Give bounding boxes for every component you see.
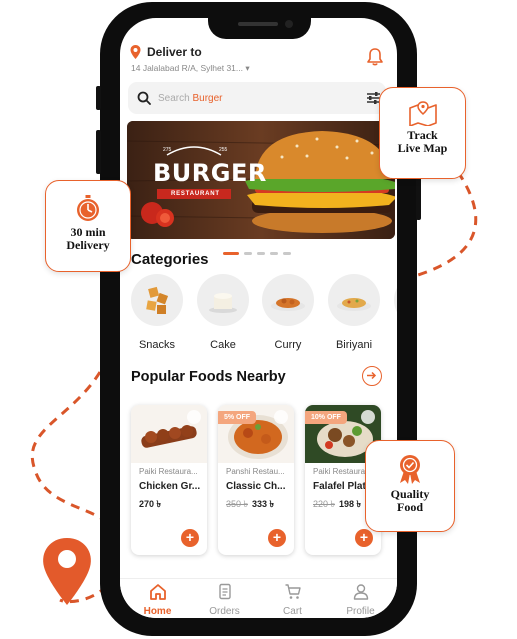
old-price: 220 ৳ [313,499,335,509]
pagination-dot[interactable] [270,252,278,255]
category-label: Cake [210,339,236,351]
restaurant-name: Paiki Restaura... [313,467,372,476]
quality-callout-line2: Food [396,500,423,514]
category-label: Snacks [138,339,176,351]
category-biriyani[interactable] [328,274,380,326]
search-highlight: Burger [192,93,223,104]
chevron-down-icon: ▾ [245,63,250,73]
promo-banner[interactable]: 275 255 BURGER RESTAURANT [127,121,395,239]
food-name: Classic Ch... [226,481,286,492]
category-curry[interactable] [262,274,314,326]
nav-label: Profile [346,606,375,617]
nav-home[interactable]: Home [123,583,192,617]
arrow-right-icon [367,371,377,380]
category-next-partial[interactable] [394,274,397,326]
restaurant-name: Paiki Restaura... [139,467,198,476]
location-marker-icon [130,45,141,59]
search-prefix: Search [158,93,193,104]
phone-volume-up-button [96,130,101,174]
food-price: 220 ৳ 198 ৳ [313,497,361,512]
map-callout-line2: Live Map [397,141,448,155]
pagination-dot[interactable] [257,252,265,255]
front-camera [285,20,293,28]
add-to-cart-button[interactable]: + [181,529,199,547]
food-card[interactable]: Paiki Restaura... Chicken Gr... 270 ৳ + [131,405,207,555]
cart-icon [285,584,301,599]
favorite-icon[interactable] [274,410,288,424]
category-label: Biriyani [335,339,373,351]
nav-label: Cart [283,606,302,617]
banner-brand-subtitle: RESTAURANT [171,191,220,197]
banner-pagination [223,242,296,260]
deliver-to-label: Deliver to [147,45,202,59]
bottom-navigation: Home Orders Cart Profile [120,578,397,618]
price: 333 ৳ [252,499,274,509]
location-pin-icon [43,538,91,605]
discount-badge: 10% OFF [305,411,347,424]
speaker-grille [238,22,278,26]
see-all-arrow-button[interactable] [362,366,382,386]
profile-icon [353,584,368,600]
pagination-dot[interactable] [223,252,239,255]
category-label: Curry [274,339,302,351]
delivery-address-selector[interactable]: 14 Jalalabad R/A, Sylhet 31... ▾ [131,63,250,74]
pagination-dot[interactable] [283,252,291,255]
app-screen: Deliver to 14 Jalalabad R/A, Sylhet 31..… [120,18,397,618]
delivery-time-callout: 30 min Delivery [45,180,131,272]
price: 198 ৳ [339,499,361,509]
nav-profile[interactable]: Profile [326,583,395,617]
home-icon [149,584,166,600]
biriyani-icon [337,298,371,311]
orders-icon [218,583,231,600]
nav-orders[interactable]: Orders [190,583,259,617]
nav-label: Home [143,606,172,617]
favorite-icon[interactable] [187,410,201,424]
food-price: 350 ৳ 333 ৳ [226,497,274,512]
add-to-cart-button[interactable]: + [268,529,286,547]
popular-foods-title: Popular Foods Nearby [131,369,286,385]
map-icon [408,101,437,127]
discount-badge: 5% OFF [218,411,257,424]
search-placeholder: Search Burger [158,93,222,104]
restaurant-name: Panshi Restau... [226,467,285,476]
pagination-dot[interactable] [244,252,252,255]
food-name: Falafel Plat [313,481,366,492]
food-card[interactable]: 5% OFF Panshi Restau... Classic Ch... 35… [218,405,294,555]
banner-number-right: 255 [219,147,228,153]
category-snacks[interactable] [131,274,183,326]
nav-label: Orders [209,606,240,617]
nav-cart[interactable]: Cart [258,583,327,617]
food-name: Chicken Gr... [139,481,201,492]
cake-icon [209,293,237,313]
banner-number-left: 275 [163,147,172,153]
food-price: 270 ৳ [139,497,161,512]
stopwatch-icon [77,195,99,221]
quality-food-callout: Quality Food [365,440,455,532]
search-icon [137,91,151,105]
old-price: 350 ৳ [226,499,248,509]
add-to-cart-button[interactable]: + [355,529,373,547]
notification-bell-icon[interactable] [367,48,383,66]
category-cake[interactable] [197,274,249,326]
favorite-icon[interactable] [361,410,375,424]
banner-brand-title: BURGER [153,159,267,187]
quality-badge-icon [400,455,420,484]
curry-icon [271,298,305,311]
live-map-callout: Track Live Map [379,87,466,179]
snacks-icon [146,286,169,314]
price: 270 ৳ [139,499,161,509]
phone-notch [208,11,311,39]
categories-title: Categories [131,251,209,268]
delivery-address: 14 Jalalabad R/A, Sylhet 31... [131,63,243,73]
phone-side-button [96,86,101,110]
delivery-callout-line2: Delivery [66,238,110,252]
